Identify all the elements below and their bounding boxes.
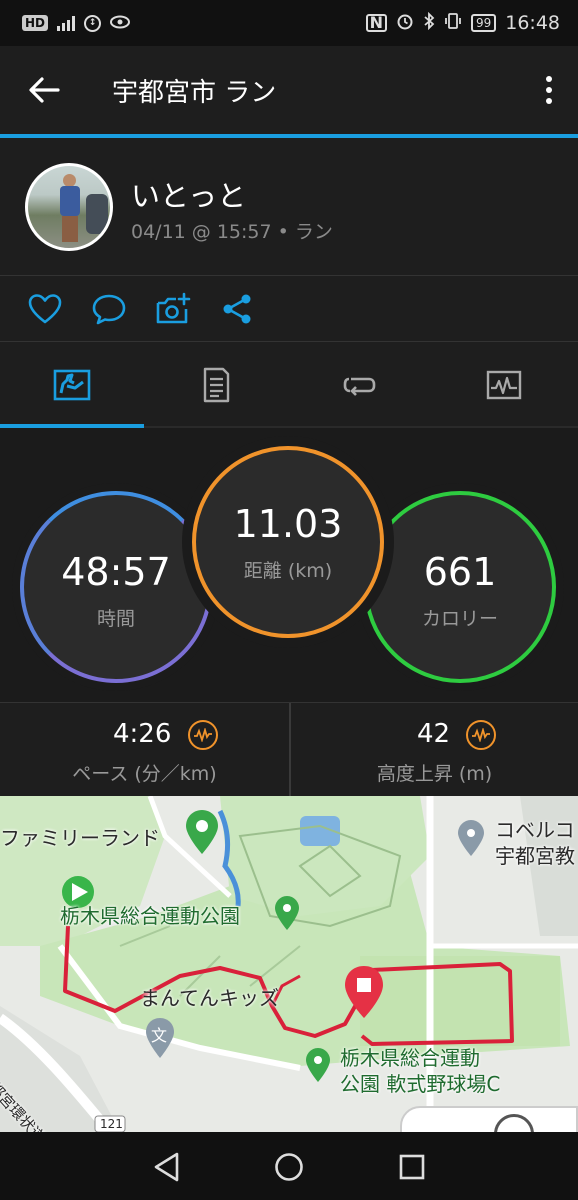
calories-stat: 661 カロリー xyxy=(364,491,556,683)
hd-icon: HD xyxy=(22,15,49,31)
status-bar: HD ↕ N 99 16:48 xyxy=(0,0,578,46)
map-label-softball-1: 栃木県総合運動 xyxy=(340,1046,480,1070)
details-tab[interactable] xyxy=(144,342,288,428)
system-nav-bar xyxy=(0,1132,578,1200)
distance-stat: 11.03 距離 (km) xyxy=(192,446,384,638)
avatar[interactable] xyxy=(25,163,113,251)
map-label-kobelco-2: 宇都宮教 xyxy=(495,844,575,868)
ascent-label: 高度上昇 (m) xyxy=(376,763,493,785)
like-icon[interactable] xyxy=(27,292,63,326)
calories-label: カロリー xyxy=(421,607,498,630)
route-number-label: 121 xyxy=(100,1117,123,1131)
route-map[interactable]: ファミリーランド 栃木県総合運動公園 まんてんキッズ 栃木県総合運動 公園 軟式… xyxy=(0,796,578,1132)
nav-recents-icon[interactable] xyxy=(395,1150,429,1184)
activity-owner-section: いとっと 04/11 @ 15:57 • ラン xyxy=(0,138,578,276)
laps-icon xyxy=(343,377,376,396)
document-icon xyxy=(203,367,230,403)
overview-tab[interactable] xyxy=(0,342,144,428)
data-icon: ↕ xyxy=(84,14,102,32)
ascent-metric[interactable]: 42 高度上昇 (m) xyxy=(289,703,578,797)
nfc-icon: N xyxy=(365,14,387,32)
comment-icon[interactable] xyxy=(91,292,127,326)
map-label-kobelco-1: コベルコ xyxy=(495,818,575,842)
map-label-park: 栃木県総合運動公園 xyxy=(60,904,240,928)
ascent-chart-icon xyxy=(466,720,496,750)
map-control[interactable] xyxy=(400,1106,578,1132)
4g-signal-icon xyxy=(57,15,76,31)
school-symbol: 文 xyxy=(151,1026,168,1045)
status-time: 16:48 xyxy=(505,12,560,34)
overflow-menu-icon[interactable] xyxy=(546,76,552,104)
app-bar: 宇都宮市 ラン xyxy=(0,46,578,134)
calories-value: 661 xyxy=(423,549,497,594)
bluetooth-icon xyxy=(423,11,435,35)
distance-label: 距離 (km) xyxy=(243,559,333,582)
chart-icon xyxy=(486,370,522,400)
add-photo-icon[interactable] xyxy=(155,292,191,326)
time-stat: 48:57 時間 xyxy=(20,491,212,683)
action-bar xyxy=(0,276,578,342)
tab-bar xyxy=(0,342,578,428)
metrics-row: 4:26 ペース (分／km) 42 高度上昇 (m) xyxy=(0,702,578,797)
share-icon[interactable] xyxy=(219,292,255,326)
time-value: 48:57 xyxy=(61,549,171,594)
ascent-value: 42 xyxy=(417,719,451,749)
map-label-family-land: ファミリーランド xyxy=(0,826,160,850)
pace-label: ペース (分／km) xyxy=(72,763,217,785)
activity-meta: 04/11 @ 15:57 • ラン xyxy=(131,221,333,243)
nav-home-icon[interactable] xyxy=(272,1150,306,1184)
pace-value: 4:26 xyxy=(113,719,172,749)
laps-tab[interactable] xyxy=(288,342,432,428)
pace-chart-icon xyxy=(188,720,218,750)
alarm-icon xyxy=(396,12,414,35)
page-title: 宇都宮市 ラン xyxy=(112,77,277,108)
map-label-kids: まんてんキッズ xyxy=(140,986,279,1010)
charts-tab[interactable] xyxy=(432,342,576,428)
nav-back-icon[interactable] xyxy=(150,1150,184,1184)
overview-icon xyxy=(53,369,91,401)
battery-icon: 99 xyxy=(470,14,497,32)
time-label: 時間 xyxy=(96,607,135,630)
distance-value: 11.03 xyxy=(233,501,343,546)
eye-icon xyxy=(110,12,131,34)
pace-metric[interactable]: 4:26 ペース (分／km) xyxy=(0,703,289,797)
map-label-softball-2: 公園 軟式野球場C xyxy=(340,1072,501,1096)
user-name[interactable]: いとっと xyxy=(131,173,246,215)
vibrate-icon xyxy=(444,12,462,35)
summary-stats: 48:57 時間 661 カロリー 11.03 距離 (km) xyxy=(0,428,578,702)
back-arrow-icon[interactable] xyxy=(28,76,60,104)
